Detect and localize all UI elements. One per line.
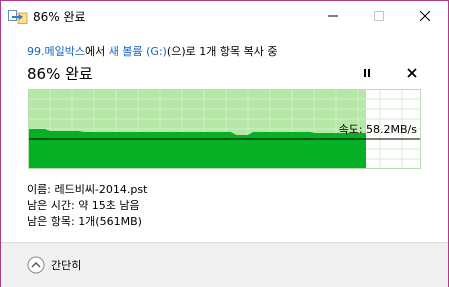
less-details-label: 간단히 (51, 259, 82, 272)
file-copy-icon (8, 9, 28, 24)
from-text: 에서 (84, 45, 109, 58)
minimize-button[interactable] (310, 1, 355, 31)
time-label: 남은 시간: (27, 199, 79, 212)
maximize-button[interactable] (356, 1, 401, 31)
window-title: 86% 완료 (33, 10, 86, 24)
items-value: 1개(561MB) (78, 215, 142, 228)
title-bar[interactable]: 86% 완료 (1, 1, 448, 32)
cancel-button[interactable] (403, 65, 421, 81)
source-link[interactable]: 99.메일박스 (27, 45, 85, 58)
maximize-icon (373, 11, 384, 21)
copy-progress-dialog: 86% 완료 99.메일박스에서 새 볼륨 (G:)(으)로 1개 항목 복사 … (0, 0, 449, 287)
chevron-up-circle-icon (27, 256, 45, 274)
close-icon (419, 11, 430, 21)
copy-description: 99.메일박스에서 새 볼륨 (G:)(으)로 1개 항목 복사 중 (27, 43, 277, 59)
minimize-icon (327, 15, 338, 17)
cancel-icon (407, 68, 417, 78)
items-label: 남은 항목: (27, 215, 79, 228)
speed-label: 속도: 58.2MB/s (338, 123, 417, 136)
less-details-button[interactable]: 간단히 (27, 256, 81, 274)
name-label: 이름: (27, 183, 55, 196)
details-panel: 이름: 레드비씨-2014.pst 남은 시간: 약 15초 남음 남은 항목:… (27, 182, 147, 230)
to-text: (으)로 1개 항목 복사 중 (166, 45, 278, 58)
detail-row-items: 남은 항목: 1개(561MB) (27, 214, 147, 230)
name-value: 레드비씨-2014.pst (54, 183, 148, 196)
time-value: 약 15초 남음 (78, 199, 140, 212)
percent-complete-title: 86% 완료 (27, 65, 93, 83)
pause-icon (364, 69, 370, 77)
detail-row-name: 이름: 레드비씨-2014.pst (27, 182, 147, 198)
detail-row-time: 남은 시간: 약 15초 남음 (27, 198, 147, 214)
speed-graph: 속도: 58.2MB/s (28, 89, 421, 169)
speed-history-area (28, 129, 366, 169)
dialog-footer: 간단히 (1, 242, 448, 287)
close-button[interactable] (402, 1, 447, 31)
pause-button[interactable] (358, 65, 376, 81)
destination-link[interactable]: 새 볼륨 (G:) (109, 45, 167, 58)
